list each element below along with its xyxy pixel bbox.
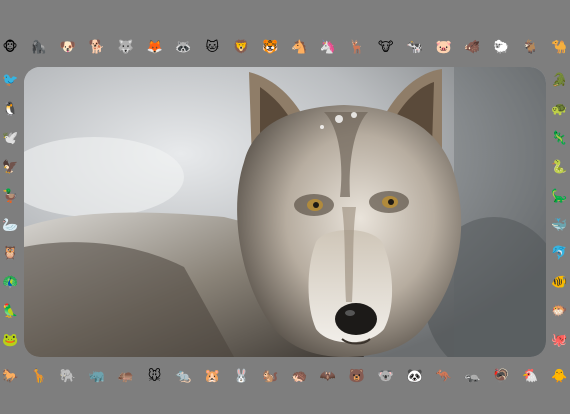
emoji-left-6[interactable]: 🦉 [2,246,18,262]
emoji-left-2[interactable]: 🕊️ [2,131,18,147]
emoji-right-8[interactable]: 🐡 [551,304,567,320]
emoji-bottom-2[interactable]: 🐘 [60,369,76,385]
emoji-left-0[interactable]: 🐦 [2,73,18,89]
emoji-top-16[interactable]: 🐗 [464,40,480,56]
emoji-top-3[interactable]: 🐕 [89,40,105,56]
emoji-top-11[interactable]: 🦄 [320,40,336,56]
emoji-top-9[interactable]: 🐯 [262,40,278,56]
emoji-top-15[interactable]: 🐷 [436,40,452,56]
emoji-top-6[interactable]: 🦝 [175,40,191,56]
emoji-bottom-17[interactable]: 🦃 [493,369,509,385]
emoji-top-8[interactable]: 🦁 [233,40,249,56]
emoji-bottom-13[interactable]: 🐨 [378,369,394,385]
emoji-right-6[interactable]: 🐬 [551,246,567,262]
emoji-bottom-8[interactable]: 🐰 [233,369,249,385]
emoji-bottom-11[interactable]: 🦇 [320,369,336,385]
emoji-bottom-1[interactable]: 🦒 [31,369,47,385]
emoji-top-17[interactable]: 🐑 [493,40,509,56]
emoji-top-12[interactable]: 🦌 [349,40,365,56]
emoji-bottom-0[interactable]: 🐎 [2,369,18,385]
emoji-top-0[interactable]: 🐵 [2,40,18,56]
emoji-bottom-19[interactable]: 🐥 [551,369,567,385]
emoji-bottom-15[interactable]: 🦘 [436,369,452,385]
wolf-photo [24,67,546,357]
emoji-left-7[interactable]: 🦚 [2,275,18,291]
emoji-right-2[interactable]: 🦎 [551,131,567,147]
emoji-bottom-10[interactable]: 🦔 [291,369,307,385]
emoji-top-19[interactable]: 🐪 [551,40,567,56]
emoji-left-8[interactable]: 🦜 [2,304,18,320]
emoji-left-3[interactable]: 🦅 [2,160,18,176]
emoji-right-1[interactable]: 🐢 [551,102,567,118]
emoji-top-5[interactable]: 🦊 [147,40,163,56]
emoji-bottom-16[interactable]: 🦡 [464,369,480,385]
emoji-bottom-3[interactable]: 🦏 [89,369,105,385]
emoji-bottom-7[interactable]: 🐹 [204,369,220,385]
emoji-bottom-18[interactable]: 🐔 [522,369,538,385]
emoji-left-9[interactable]: 🐸 [2,333,18,349]
emoji-top-10[interactable]: 🐴 [291,40,307,56]
emoji-bottom-4[interactable]: 🦛 [118,369,134,385]
emoji-bottom-12[interactable]: 🐻 [349,369,365,385]
emoji-top-7[interactable]: 🐱 [204,40,220,56]
emoji-left-5[interactable]: 🦢 [2,218,18,234]
emoji-right-3[interactable]: 🐍 [551,160,567,176]
emoji-right-0[interactable]: 🐊 [551,73,567,89]
emoji-right-9[interactable]: 🐙 [551,333,567,349]
emoji-right-4[interactable]: 🦕 [551,189,567,205]
emoji-top-13[interactable]: 🐮 [378,40,394,56]
emoji-top-14[interactable]: 🐄 [407,40,423,56]
emoji-top-1[interactable]: 🦍 [31,40,47,56]
emoji-bottom-5[interactable]: 🐭 [147,369,163,385]
emoji-bottom-6[interactable]: 🐀 [175,369,191,385]
emoji-top-18[interactable]: 🐐 [522,40,538,56]
emoji-bottom-14[interactable]: 🐼 [407,369,423,385]
emoji-bottom-9[interactable]: 🐿️ [262,369,278,385]
emoji-left-4[interactable]: 🦆 [2,189,18,205]
emoji-right-7[interactable]: 🐠 [551,275,567,291]
emoji-top-2[interactable]: 🐶 [60,40,76,56]
emoji-left-1[interactable]: 🐧 [2,102,18,118]
emoji-top-4[interactable]: 🐺 [118,40,134,56]
emoji-right-5[interactable]: 🐳 [551,218,567,234]
